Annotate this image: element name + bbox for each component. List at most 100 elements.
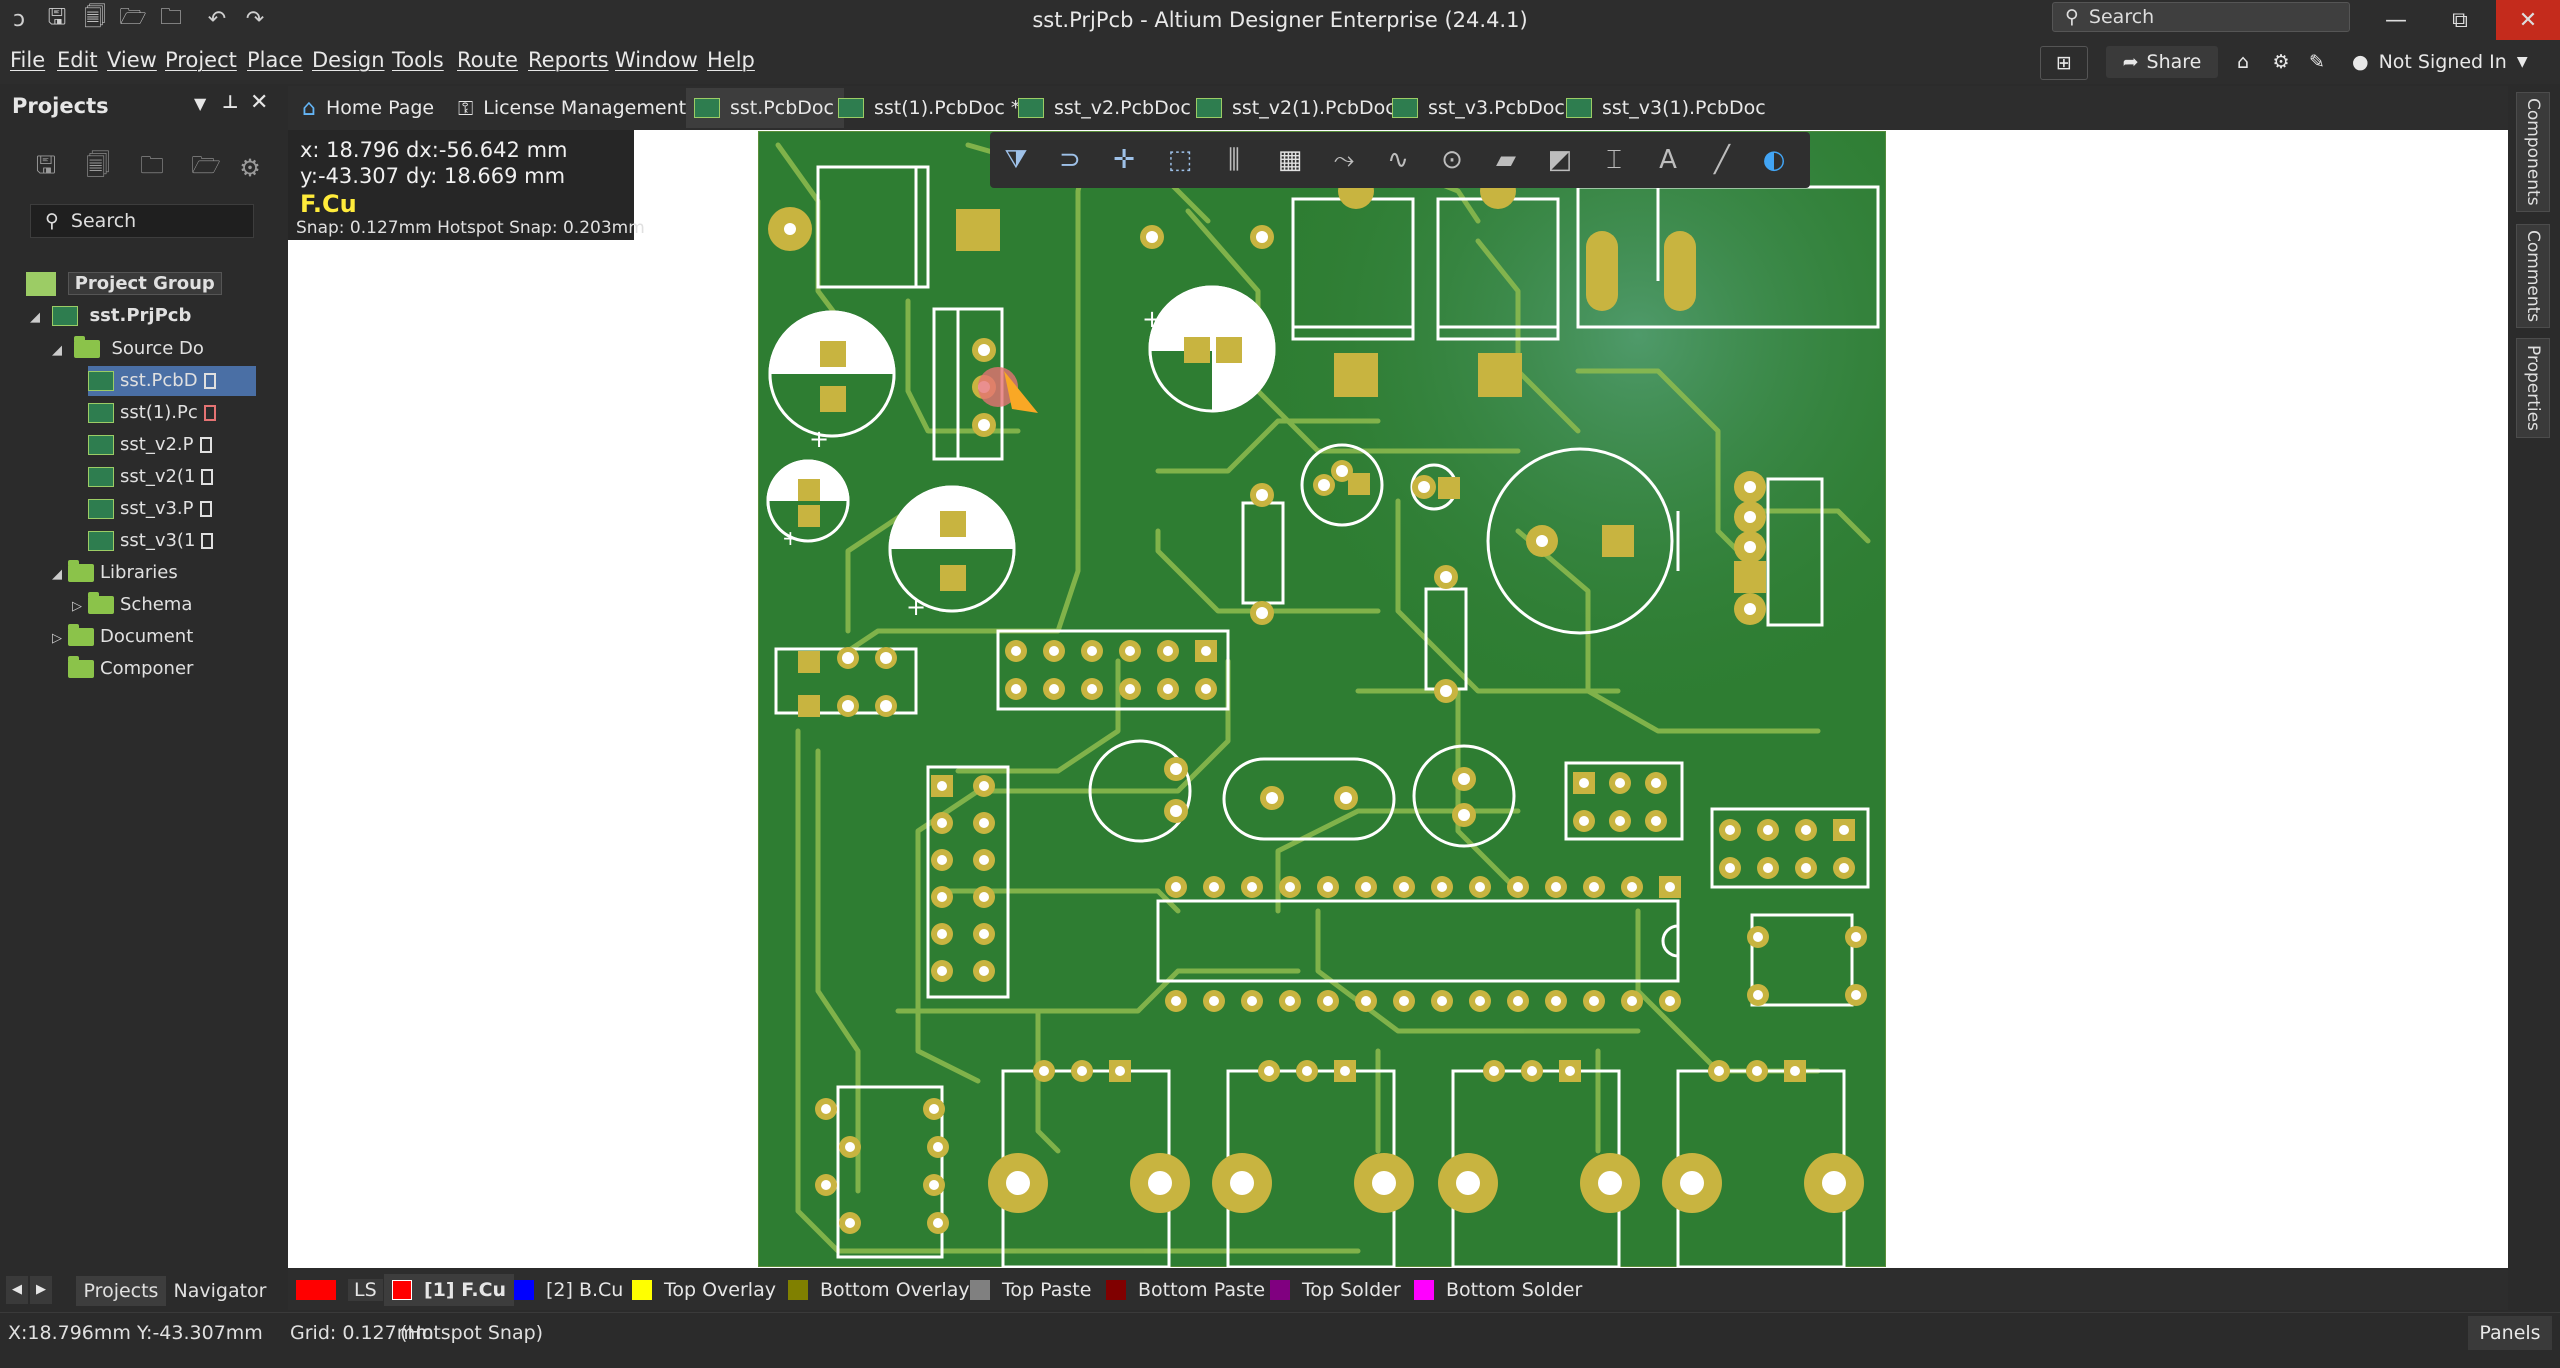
menu-file[interactable]: File	[10, 48, 45, 72]
collapse-arrow-icon[interactable]: ▷	[72, 592, 88, 620]
menu-tools[interactable]: Tools	[392, 48, 444, 72]
compile-icon[interactable]: 🗐	[80, 150, 116, 186]
tab-projects[interactable]: Projects	[76, 1276, 166, 1306]
tree-doc-sst-v3[interactable]: sst_v3.P	[88, 494, 256, 524]
layer-tab-bottom-paste[interactable]: Bottom Paste	[1106, 1274, 1265, 1306]
drill-hole	[1665, 996, 1675, 1006]
side-tab-properties[interactable]: Properties	[2516, 338, 2550, 438]
tree-components[interactable]: Componer	[52, 654, 256, 684]
drill-hole	[821, 1180, 831, 1190]
menu-view[interactable]: View	[107, 48, 157, 72]
layer-tab-bottom-overlay[interactable]: Bottom Overlay	[788, 1274, 970, 1306]
route-track-icon[interactable]: ⤳	[1326, 142, 1362, 178]
layer-tab-fcu[interactable]: [1] F.Cu	[384, 1274, 515, 1306]
restore-button[interactable]: ⧉	[2428, 0, 2492, 40]
doc-label: sst_v3(1	[120, 530, 196, 551]
pin-icon[interactable]: ⊥	[222, 92, 238, 113]
share-button[interactable]: ➦ Share	[2106, 46, 2218, 78]
tree-project-group[interactable]: Project Group	[26, 269, 256, 299]
tree-source-documents[interactable]: ◢ Source Do	[52, 334, 256, 364]
tab-navigator[interactable]: Navigator	[170, 1276, 270, 1306]
tree-documentation[interactable]: ▷ Document	[52, 622, 256, 652]
drill-hole	[937, 929, 947, 939]
user-menu[interactable]: ● Not Signed In ▼	[2352, 46, 2552, 78]
components-label: Componer	[100, 658, 194, 679]
layer-tab-top-paste[interactable]: Top Paste	[970, 1274, 1091, 1306]
expand-arrow-icon[interactable]: ◢	[52, 560, 68, 588]
collapse-arrow-icon[interactable]: ▷	[52, 624, 68, 652]
tab-sst-v3-1-pcbdoc[interactable]: sst_v3(1).PcbDoc	[1558, 88, 1776, 128]
via-icon[interactable]: ⊙	[1434, 142, 1470, 178]
line-icon[interactable]: ╱	[1704, 142, 1740, 178]
new-item-button[interactable]: ⊞	[2040, 46, 2088, 80]
close-button[interactable]: ✕	[2496, 0, 2560, 40]
tree-doc-sst1-pcbdoc[interactable]: sst(1).Pc	[88, 398, 256, 428]
menu-place[interactable]: Place	[247, 48, 303, 72]
tab-sst-v2-pcbdoc[interactable]: sst_v2.PcbDoc	[1010, 88, 1201, 128]
drill-hole	[979, 855, 989, 865]
layer-set-tab[interactable]: LS	[296, 1274, 383, 1306]
tree-doc-sst-v2-1[interactable]: sst_v2(1	[88, 462, 256, 492]
pcb-board[interactable]: + + + +	[758, 131, 1886, 1267]
keepout-icon[interactable]: ◩	[1542, 142, 1578, 178]
layer-tab-top-overlay[interactable]: Top Overlay	[632, 1274, 776, 1306]
tab-home-page[interactable]: ⌂ Home Page	[294, 88, 444, 128]
panel-menu-icon[interactable]: ▼	[194, 94, 206, 113]
snap-magnet-icon[interactable]: ⊃	[1052, 142, 1088, 178]
home-icon[interactable]: ⌂	[2226, 46, 2260, 78]
move-crosshair-icon[interactable]: ✛	[1106, 142, 1142, 178]
tab-sst-v3-pcbdoc[interactable]: sst_v3.PcbDoc	[1384, 88, 1575, 128]
layer-tab-bottom-solder[interactable]: Bottom Solder	[1414, 1274, 1582, 1306]
filter-icon[interactable]: ⧩	[998, 142, 1034, 178]
route-differential-icon[interactable]: ∿	[1380, 142, 1416, 178]
panels-button[interactable]: Panels	[2468, 1316, 2552, 1350]
menu-reports[interactable]: Reports	[528, 48, 609, 72]
menu-help[interactable]: Help	[707, 48, 755, 72]
gear-icon[interactable]: ⚙	[2264, 46, 2298, 78]
tree-doc-sst-v3-1[interactable]: sst_v3(1	[88, 526, 256, 556]
view-3d-icon[interactable]: ◐	[1756, 142, 1792, 178]
tree-project[interactable]: ◢ sst.PrjPcb	[30, 301, 256, 331]
tree-doc-sst-v2[interactable]: sst_v2.P	[88, 430, 256, 460]
pcb-doc-icon	[88, 403, 114, 423]
folder-options-icon[interactable]: 🗀	[134, 150, 170, 186]
pad	[820, 386, 846, 412]
save-icon[interactable]: 🖫	[28, 150, 64, 186]
projects-search-input[interactable]: ⚲ Search	[30, 204, 254, 238]
tab-license-management[interactable]: ⚿ License Management	[450, 88, 696, 128]
component-icon[interactable]: ▦	[1272, 142, 1308, 178]
layer-tab-bcu[interactable]: [2] B.Cu	[514, 1274, 623, 1306]
scroll-left-icon[interactable]: ◀	[6, 1276, 28, 1304]
notifications-off-icon[interactable]: ✎	[2300, 46, 2334, 78]
minimize-button[interactable]: —	[2364, 0, 2428, 40]
side-tab-comments[interactable]: Comments	[2516, 224, 2550, 328]
text-icon[interactable]: A	[1650, 142, 1686, 178]
folder-settings-icon[interactable]: 🗁	[188, 150, 224, 186]
global-search-placeholder: Search	[2088, 6, 2155, 28]
menu-design[interactable]: Design	[312, 48, 385, 72]
dimension-icon[interactable]: ⌶	[1596, 142, 1632, 178]
expand-arrow-icon[interactable]: ◢	[30, 303, 46, 331]
global-search-input[interactable]: ⚲ Search	[2052, 2, 2350, 32]
side-tab-components[interactable]: Components	[2516, 92, 2550, 212]
polygon-icon[interactable]: ▰	[1488, 142, 1524, 178]
pad	[1586, 231, 1618, 311]
menu-edit[interactable]: Edit	[57, 48, 98, 72]
tree-schematic-library[interactable]: ▷ Schema	[72, 590, 256, 620]
menu-window[interactable]: Window	[615, 48, 698, 72]
scroll-right-icon[interactable]: ▶	[30, 1276, 52, 1304]
tab-sst1-pcbdoc[interactable]: sst(1).PcbDoc *	[830, 88, 1030, 128]
polarity-mark: +	[1142, 305, 1162, 333]
menu-route[interactable]: Route	[457, 48, 518, 72]
close-panel-icon[interactable]: ✕	[250, 90, 268, 115]
select-rectangle-icon[interactable]: ⬚	[1162, 142, 1198, 178]
menu-project[interactable]: Project	[165, 48, 237, 72]
gear-icon[interactable]: ⚙	[240, 150, 260, 186]
tree-libraries[interactable]: ◢ Libraries	[52, 558, 256, 588]
tree-doc-sst-pcbdoc[interactable]: sst.PcbD	[88, 366, 256, 396]
layer-tab-top-solder[interactable]: Top Solder	[1270, 1274, 1401, 1306]
tab-sst-v2-1-pcbdoc[interactable]: sst_v2(1).PcbDoc	[1188, 88, 1406, 128]
align-icon[interactable]: ⫼	[1216, 142, 1252, 178]
tab-sst-pcbdoc[interactable]: sst.PcbDoc	[686, 88, 844, 128]
expand-arrow-icon[interactable]: ◢	[52, 336, 68, 364]
